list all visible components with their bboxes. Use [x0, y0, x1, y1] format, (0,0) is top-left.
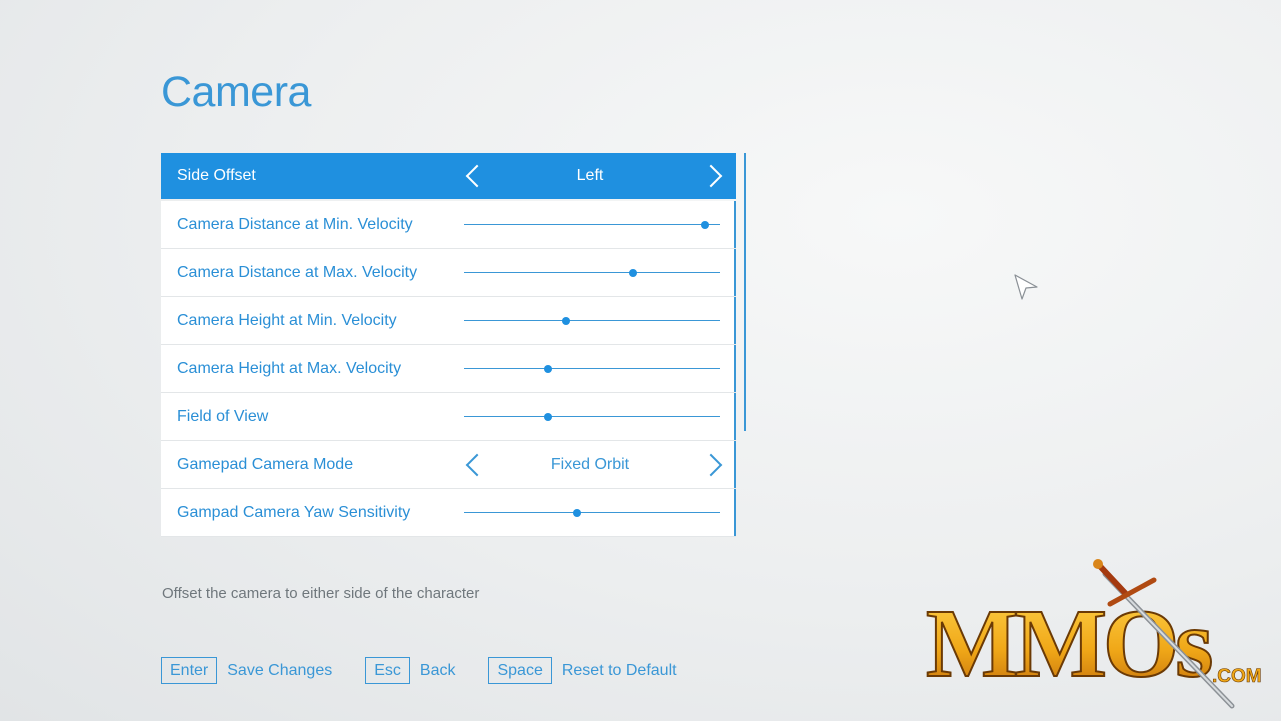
setting-label: Field of View — [177, 407, 269, 425]
slider-track — [464, 415, 720, 417]
camera-height-min-slider[interactable] — [464, 315, 720, 327]
row-edge — [734, 345, 736, 392]
field-of-view-slider[interactable] — [464, 411, 720, 423]
camera-height-max-slider[interactable] — [464, 363, 720, 375]
setting-label: Camera Height at Min. Velocity — [177, 311, 397, 329]
mmos-logo: MMOs .COM — [925, 559, 1262, 709]
slider-thumb[interactable] — [572, 508, 581, 517]
setting-label: Side Offset — [177, 167, 256, 184]
reset-default-label: Reset to Default — [561, 661, 677, 679]
page-title: Camera — [161, 68, 311, 116]
slider-track — [464, 367, 720, 369]
save-changes-label: Save Changes — [227, 661, 333, 679]
setting-gamepad-camera-mode[interactable]: Gamepad Camera Mode Fixed Orbit — [161, 441, 736, 489]
settings-list: Side Offset Left Camera Distance at Min.… — [161, 153, 736, 537]
yaw-sensitivity-slider[interactable] — [464, 507, 720, 519]
setting-description: Offset the camera to either side of the … — [162, 585, 480, 602]
slider-track — [464, 223, 720, 225]
selector-value: Fixed Orbit — [550, 455, 630, 473]
slider-thumb[interactable] — [544, 364, 553, 373]
row-edge — [734, 249, 736, 296]
slider-track — [464, 319, 720, 321]
selector-value: Left — [576, 167, 604, 184]
camera-distance-max-slider[interactable] — [464, 267, 720, 279]
row-edge — [734, 393, 736, 440]
slider-thumb[interactable] — [562, 316, 571, 325]
setting-label: Gampad Camera Yaw Sensitivity — [177, 503, 411, 521]
save-changes-button[interactable]: Enter Save Changes — [161, 657, 332, 684]
setting-camera-distance-max[interactable]: Camera Distance at Max. Velocity — [161, 249, 736, 297]
mouse-cursor-icon — [1014, 274, 1038, 300]
back-button[interactable]: Esc Back — [365, 657, 455, 684]
setting-side-offset[interactable]: Side Offset Left — [161, 153, 736, 199]
slider-thumb[interactable] — [544, 412, 553, 421]
slider-thumb[interactable] — [628, 268, 637, 277]
row-edge — [734, 489, 736, 536]
setting-field-of-view[interactable]: Field of View — [161, 393, 736, 441]
enter-key: Enter — [161, 657, 218, 684]
scrollbar[interactable] — [744, 153, 746, 431]
setting-camera-distance-min[interactable]: Camera Distance at Min. Velocity — [161, 201, 736, 249]
logo-text: MMOs — [926, 590, 1211, 698]
chevron-right-icon[interactable] — [699, 453, 723, 476]
setting-camera-height-max[interactable]: Camera Height at Max. Velocity — [161, 345, 736, 393]
setting-camera-height-min[interactable]: Camera Height at Min. Velocity — [161, 297, 736, 345]
logo-suffix: .COM — [1212, 666, 1262, 687]
setting-label: Camera Height at Max. Velocity — [177, 359, 402, 377]
setting-label: Camera Distance at Min. Velocity — [177, 215, 413, 233]
back-label: Back — [419, 661, 456, 679]
row-edge — [734, 297, 736, 344]
camera-distance-min-slider[interactable] — [464, 219, 720, 231]
setting-gamepad-yaw-sensitivity[interactable]: Gampad Camera Yaw Sensitivity — [161, 489, 736, 537]
setting-label: Gamepad Camera Mode — [177, 455, 354, 473]
footer-hints: Enter Save Changes Esc Back Space Reset … — [161, 657, 710, 684]
row-edge — [734, 201, 736, 248]
setting-label: Camera Distance at Max. Velocity — [177, 263, 418, 281]
slider-track — [464, 511, 720, 513]
slider-thumb[interactable] — [700, 220, 709, 229]
chevron-right-icon[interactable] — [699, 164, 723, 188]
space-key: Space — [488, 657, 552, 684]
esc-key: Esc — [365, 657, 410, 684]
reset-default-button[interactable]: Space Reset to Default — [488, 657, 677, 684]
row-edge — [734, 441, 736, 488]
slider-track — [464, 271, 720, 273]
